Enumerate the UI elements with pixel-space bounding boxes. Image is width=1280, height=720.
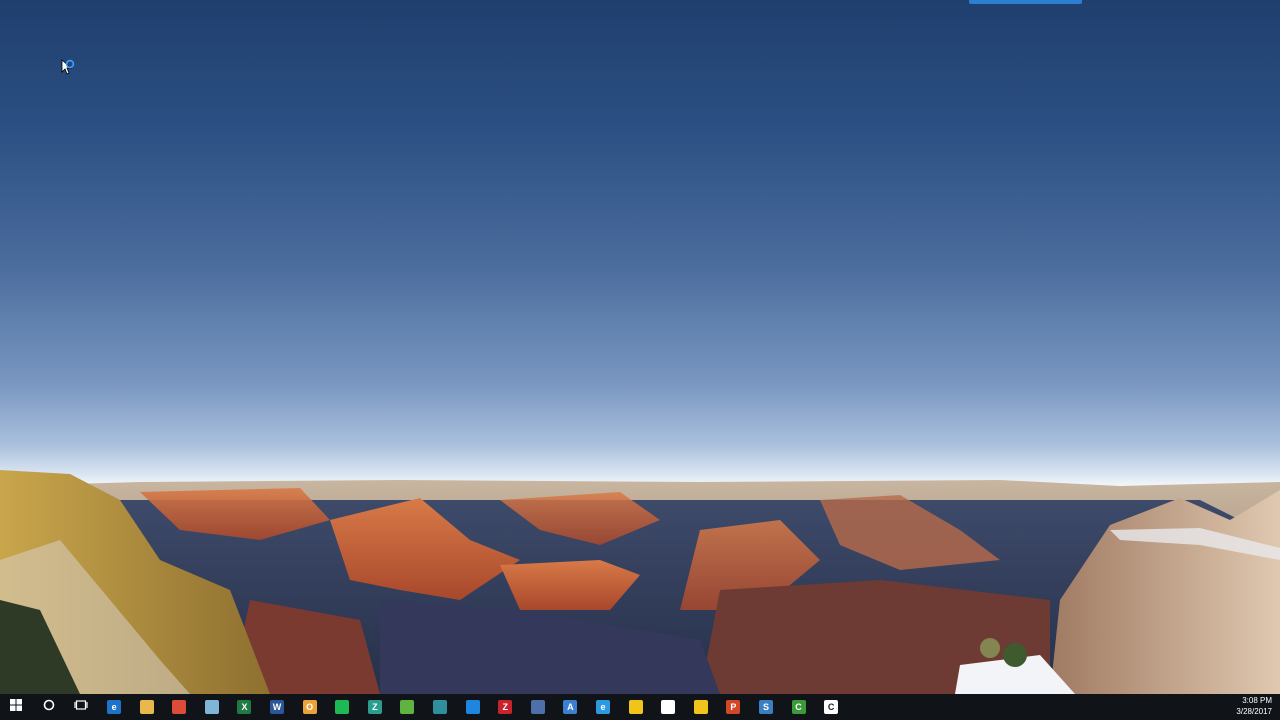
taskbar-app-button[interactable]: W (261, 694, 294, 720)
taskbar-app-button[interactable] (619, 694, 652, 720)
powerpoint-icon: P (726, 700, 741, 714)
taskbar-app-button[interactable] (456, 694, 489, 720)
taskbar-app-button[interactable] (326, 694, 359, 720)
taskbar-app-button[interactable] (522, 694, 555, 720)
taskbar: e X W O Z Z Ae P S C C 3:08 PM 3/28/2017 (0, 694, 1280, 720)
busy-cursor-icon (60, 58, 80, 78)
taskbar-app-button[interactable]: e (98, 694, 131, 720)
taskbar-app-button[interactable] (391, 694, 424, 720)
camtasia-recorder-icon: C (824, 700, 839, 714)
system-clock[interactable]: 3:08 PM 3/28/2017 (1222, 695, 1272, 717)
spotify-icon (335, 700, 350, 714)
app-teal-icon (433, 700, 448, 714)
taskbar-app-button[interactable]: C (782, 694, 815, 720)
app-white-icon (661, 700, 676, 714)
zoom-icon: Z (367, 700, 382, 714)
taskbar-app-button[interactable]: C (815, 694, 848, 720)
snagit-icon: S (758, 700, 773, 714)
excel-icon: X (237, 700, 252, 714)
taskbar-app-button[interactable] (684, 694, 717, 720)
taskbar-app-list: e X W O Z Z Ae P S C C (98, 694, 848, 720)
desktop[interactable] (0, 0, 1280, 694)
taskbar-app-button[interactable]: S (750, 694, 783, 720)
taskbar-app-button[interactable] (424, 694, 457, 720)
evernote-icon (400, 700, 415, 714)
clock-date: 3/28/2017 (1236, 707, 1272, 716)
taskbar-app-button[interactable]: Z (359, 694, 392, 720)
top-edge-window-tab[interactable] (969, 0, 1082, 4)
taskbar-app-button[interactable] (163, 694, 196, 720)
file-explorer-icon (139, 700, 154, 714)
windows-logo-icon (8, 697, 24, 718)
taskbar-app-button[interactable]: P (717, 694, 750, 720)
dropbox-icon (465, 700, 480, 714)
cortana-circle-icon (41, 697, 57, 718)
outlook-icon: O (302, 700, 317, 714)
start-button[interactable] (0, 694, 33, 720)
grand-canyon-wallpaper (0, 470, 1280, 694)
taskbar-app-button[interactable]: O (293, 694, 326, 720)
filezilla-icon: Z (498, 700, 513, 714)
taskbar-app-button[interactable] (652, 694, 685, 720)
notepad-icon (204, 700, 219, 714)
taskbar-app-button[interactable] (130, 694, 163, 720)
taskbar-app-button[interactable]: e (587, 694, 620, 720)
word-icon: W (270, 700, 285, 714)
taskbar-app-button[interactable]: A (554, 694, 587, 720)
internet-explorer-icon: e (595, 700, 610, 714)
camtasia-icon: C (791, 700, 806, 714)
task-view-icon (73, 697, 89, 718)
yellow-runner-2-icon (693, 700, 708, 714)
task-view-button[interactable] (65, 694, 98, 720)
edge-icon: e (107, 700, 122, 714)
taskbar-app-button[interactable] (196, 694, 229, 720)
cortana-search-button[interactable] (33, 694, 66, 720)
taskbar-app-button[interactable]: X (228, 694, 261, 720)
taskbar-app-button[interactable]: Z (489, 694, 522, 720)
yellow-runner-icon (628, 700, 643, 714)
clock-time: 3:08 PM (1242, 696, 1272, 705)
network-icon (530, 700, 545, 714)
app-blue-triangle-icon: A (563, 700, 578, 714)
chrome-icon (172, 700, 187, 714)
